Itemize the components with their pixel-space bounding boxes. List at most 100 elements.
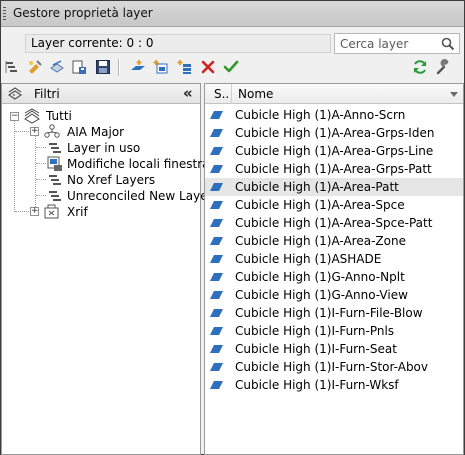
layer-name: Cubicle High (1)A-Area-Zone <box>235 234 406 248</box>
tree-item-aia-major[interactable]: + AIA Major <box>30 124 200 140</box>
tree-item-all[interactable]: − Tutti <box>10 108 200 124</box>
xref-filter-icon <box>44 204 59 219</box>
layer-row[interactable]: Cubicle High (1)A-Area-Grps-Line <box>205 142 463 160</box>
save-button[interactable] <box>94 58 112 76</box>
layer-name: Cubicle High (1)I-Furn-Seat <box>235 342 397 356</box>
layer-row[interactable]: Cubicle High (1)A-Anno-Scrn <box>205 106 463 124</box>
title-bar[interactable]: Gestore proprietà layer <box>1 1 464 27</box>
new-property-filter-button[interactable] <box>4 58 22 76</box>
new-property-filter-icon <box>5 61 17 73</box>
layer-row[interactable]: Cubicle High (1)I-Furn-File-Blow <box>205 304 463 322</box>
status-column-header[interactable]: S.. <box>205 84 232 104</box>
toolbar-separator-highlight <box>119 59 120 76</box>
layer-icon <box>210 237 223 245</box>
new-layer-vp-button[interactable] <box>176 58 194 76</box>
save-icon <box>96 60 110 74</box>
settings-icon <box>436 59 449 75</box>
layer-icon <box>210 363 223 371</box>
layer-row[interactable]: Cubicle High (1)A-Area-Patt <box>205 178 463 196</box>
property-filter-icon <box>49 175 61 185</box>
layer-icon <box>210 129 223 137</box>
layer-icon <box>210 273 223 281</box>
tree-item-label: Modifiche locali finestra <box>67 157 210 171</box>
layer-name: Cubicle High (1)I-Furn-Wksf <box>235 378 399 392</box>
new-layer-button[interactable] <box>129 58 147 76</box>
save-layer-state-icon <box>72 60 86 74</box>
filters-panel: Filtri « − Tutti + AIA Major Layer in us… <box>1 83 219 455</box>
property-filter-icon <box>49 143 61 153</box>
layer-row[interactable]: Cubicle High (1)A-Area-Grps-Patt <box>205 160 463 178</box>
save-layer-state-button[interactable] <box>70 58 88 76</box>
tree-line <box>35 128 36 211</box>
layer-row[interactable]: Cubicle High (1)A-Area-Grps-Iden <box>205 124 463 142</box>
new-layer-vp-frozen-icon <box>153 60 168 74</box>
layer-name: Cubicle High (1)I-Furn-File-Blow <box>235 306 423 320</box>
layer-row[interactable]: Cubicle High (1)I-Furn-Wksf <box>205 376 463 394</box>
layer-row[interactable]: Cubicle High (1)G-Anno-Nplt <box>205 268 463 286</box>
tree-item-layers-in-use[interactable]: Layer in uso <box>47 140 200 156</box>
tree-line <box>15 131 29 132</box>
toolbar <box>1 57 464 79</box>
delete-layer-button[interactable] <box>199 58 217 76</box>
current-layer-display: Layer corrente: 0 : 0 <box>25 34 331 53</box>
tree-line <box>36 179 46 180</box>
property-filter-icon <box>49 191 61 201</box>
layer-states-button[interactable] <box>48 58 66 76</box>
name-column-header[interactable]: Nome <box>233 84 463 104</box>
group-filter-icon <box>44 124 60 138</box>
layer-row[interactable]: Cubicle High (1)I-Furn-Pnls <box>205 322 463 340</box>
layer-icon <box>210 309 223 317</box>
layer-row[interactable]: Cubicle High (1)ASHADE <box>205 250 463 268</box>
layer-row[interactable]: Cubicle High (1)G-Anno-View <box>205 286 463 304</box>
tree-item-label: Layer in uso <box>67 141 141 155</box>
tree-item-viewport-overrides[interactable]: Modifiche locali finestra <box>47 156 210 172</box>
collapse-toggle-icon[interactable]: − <box>10 112 19 121</box>
tree-item-label: No Xref Layers <box>67 173 156 187</box>
new-layer-vp-frozen-button[interactable] <box>152 58 170 76</box>
tree-item-no-xref-layers[interactable]: No Xref Layers <box>47 172 200 188</box>
layer-name: Cubicle High (1)I-Furn-Pnls <box>235 324 395 338</box>
refresh-button[interactable] <box>411 58 429 76</box>
tree-line <box>15 211 29 212</box>
tree-item-unreconciled-new-layers[interactable]: Unreconciled New Layers <box>47 188 219 204</box>
layer-name: Cubicle High (1)G-Anno-Nplt <box>235 270 405 284</box>
search-icon[interactable] <box>441 37 455 51</box>
layer-icon <box>210 345 223 353</box>
layer-name: Cubicle High (1)ASHADE <box>235 252 382 266</box>
new-group-filter-icon <box>29 60 42 74</box>
layer-row[interactable]: Cubicle High (1)I-Furn-Seat <box>205 340 463 358</box>
layer-icon <box>210 381 223 389</box>
delete-layer-icon <box>201 60 215 74</box>
layer-name: Cubicle High (1)A-Area-Spce <box>235 198 405 212</box>
layer-name: Cubicle High (1)I-Furn-Stor-Abov <box>235 360 429 374</box>
layer-row[interactable]: Cubicle High (1)A-Area-Spce-Patt <box>205 214 463 232</box>
tree-item-label: AIA Major <box>67 125 125 139</box>
search-layer-box[interactable]: Cerca layer <box>334 33 460 54</box>
tree-item-xref[interactable]: + Xrif <box>30 204 200 220</box>
sort-arrow-icon <box>450 92 458 97</box>
new-group-filter-button[interactable] <box>26 58 44 76</box>
layer-icon <box>210 291 223 299</box>
layer-icon <box>210 327 223 335</box>
layer-name: Cubicle High (1)A-Area-Grps-Patt <box>235 162 432 176</box>
layer-states-icon <box>50 60 64 73</box>
settings-button[interactable] <box>434 58 452 76</box>
expand-toggle-icon[interactable]: + <box>30 127 39 136</box>
set-current-button[interactable] <box>222 58 240 76</box>
layer-row[interactable]: Cubicle High (1)A-Area-Zone <box>205 232 463 250</box>
layer-list-header: S.. Nome <box>205 84 463 104</box>
tree-line <box>36 147 46 148</box>
layer-name: Cubicle High (1)A-Area-Grps-Line <box>235 144 434 158</box>
layer-row[interactable]: Cubicle High (1)I-Furn-Stor-Abov <box>205 358 463 376</box>
layer-name: Cubicle High (1)A-Anno-Scrn <box>235 108 406 122</box>
collapse-panel-icon[interactable]: « <box>183 84 193 102</box>
search-layer-input[interactable]: Cerca layer <box>340 37 408 51</box>
layer-name: Cubicle High (1)A-Area-Patt <box>235 180 399 194</box>
set-current-icon <box>223 60 239 73</box>
layer-row[interactable]: Cubicle High (1)A-Area-Spce <box>205 196 463 214</box>
expand-toggle-icon[interactable]: + <box>30 207 39 216</box>
filter-list-icon <box>7 87 23 100</box>
layer-name: Cubicle High (1)A-Area-Grps-Iden <box>235 126 435 140</box>
layer-list-panel: S.. Nome Cubicle High (1)A-Anno-Scrn Cubi… <box>204 83 464 455</box>
drag-grip-icon[interactable] <box>3 7 6 21</box>
